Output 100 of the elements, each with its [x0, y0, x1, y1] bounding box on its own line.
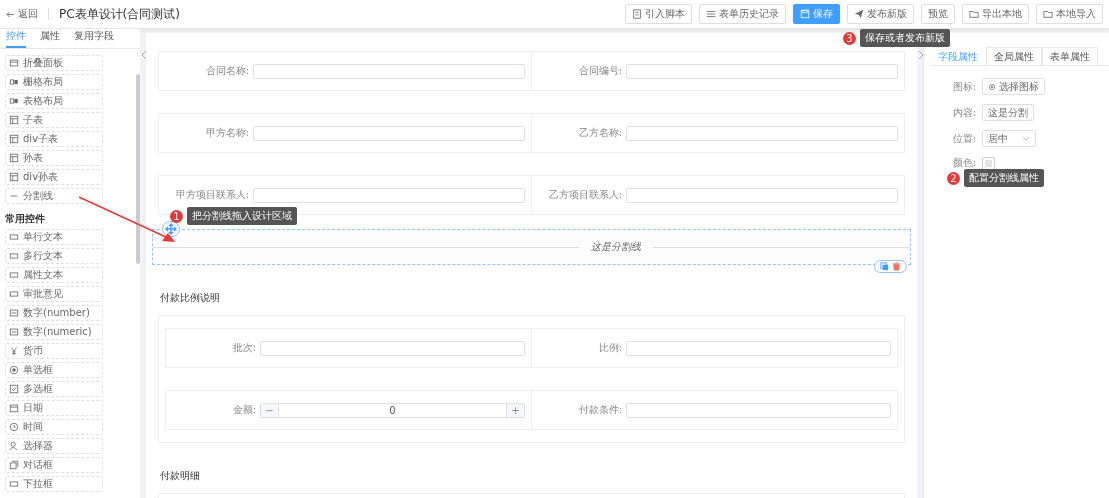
widget-item[interactable]: 审批意见 — [5, 286, 103, 302]
toolbar-button[interactable]: 本地导入 — [1036, 4, 1103, 24]
text-input[interactable] — [626, 63, 898, 79]
section-title: 常用控件 — [5, 212, 46, 226]
input-box-icon — [9, 289, 19, 299]
decrement-button[interactable]: − — [261, 403, 278, 417]
input-box-icon — [9, 251, 19, 261]
chevron-down-icon — [1022, 136, 1030, 141]
widget-item[interactable]: 数字(number) — [5, 305, 103, 321]
widget-item[interactable]: 数字(numeric) — [5, 324, 103, 340]
widget-item[interactable]: div子表 — [5, 131, 103, 147]
property-label: 位置: — [951, 131, 976, 146]
widget-item[interactable]: 单选框 — [5, 362, 103, 378]
widget-item[interactable]: 多行文本 — [5, 248, 103, 264]
field-label: 合同编号: — [577, 64, 622, 78]
field-label: 金额: — [231, 403, 256, 417]
field-label: 比例: — [597, 341, 622, 355]
number-box-icon — [9, 308, 19, 318]
table-icon — [9, 115, 19, 125]
toolbar-button[interactable]: 表单历史记录 — [699, 4, 786, 24]
section-title: 付款比例说明 — [160, 291, 221, 305]
increment-button[interactable]: + — [507, 403, 524, 417]
section-title: 付款明细 — [160, 469, 201, 483]
widget-item[interactable]: 子表 — [5, 112, 103, 128]
yen-icon — [9, 346, 19, 356]
divider-zone[interactable]: 这是分割线 — [152, 229, 911, 265]
text-input[interactable] — [260, 340, 525, 356]
text-input[interactable] — [626, 402, 891, 418]
panel-tab[interactable]: 属性 — [40, 29, 60, 48]
toolbar-button[interactable]: 导出本地 — [962, 4, 1029, 24]
back-arrow-icon — [6, 10, 15, 18]
widget-item[interactable]: 对话框 — [5, 457, 103, 473]
widget-item[interactable]: 时间 — [5, 419, 103, 435]
field-label: 付款条件: — [577, 403, 622, 417]
copy-icon[interactable] — [880, 262, 889, 271]
toolbar-button[interactable]: 引入脚本 — [625, 4, 692, 24]
delete-icon[interactable] — [892, 262, 901, 271]
widget-item[interactable]: div孙表 — [5, 169, 103, 185]
widget-item[interactable]: 多选框 — [5, 381, 103, 397]
folder-icon — [969, 9, 979, 19]
widget-item[interactable]: 栅格布局 — [5, 74, 103, 90]
input-box-icon — [9, 232, 19, 242]
annotation-tooltip: 把分割线拖入设计区域 — [187, 207, 297, 225]
document-icon — [632, 9, 642, 19]
text-input[interactable] — [253, 125, 525, 141]
toolbar-button[interactable]: 预览 — [921, 4, 955, 24]
text-input[interactable] — [626, 187, 898, 203]
step-badge: 3 — [843, 31, 856, 45]
panel-tab[interactable]: 复用字段 — [74, 29, 114, 48]
field-label: 合同名称: — [204, 64, 249, 78]
radio-icon — [9, 365, 19, 375]
toolbar-button[interactable]: 发布新版 — [847, 4, 914, 24]
widget-item[interactable]: 选择器 — [5, 438, 103, 454]
divider-text: 这是分割线 — [589, 240, 642, 254]
clock-icon — [9, 422, 19, 432]
back-link[interactable]: 返回 — [6, 7, 38, 21]
number-stepper[interactable]: − 0 + — [260, 402, 525, 418]
scrollbar[interactable] — [136, 74, 140, 264]
annotation-tooltip: 配置分割线属性 — [964, 169, 1044, 187]
grid-icon — [9, 96, 19, 106]
grid-icon — [9, 77, 19, 87]
text-input[interactable] — [626, 340, 891, 356]
calendar-icon — [9, 403, 19, 413]
widget-item[interactable]: 表格布局 — [5, 93, 103, 109]
save-icon — [800, 9, 810, 19]
text-input[interactable] — [253, 63, 525, 79]
field-label: 乙方项目联系人: — [547, 188, 622, 202]
text-input[interactable] — [253, 187, 525, 203]
text-input[interactable] — [626, 125, 898, 141]
table-icon — [9, 134, 19, 144]
dialog-icon — [9, 460, 19, 470]
field-label: 批次: — [231, 341, 256, 355]
property-label: 颜色: — [951, 156, 976, 170]
widget-item[interactable]: 单行文本 — [5, 229, 103, 245]
widget-item[interactable]: 分割线 — [5, 188, 103, 204]
field-label: 乙方名称: — [577, 126, 622, 140]
widget-item[interactable]: 属性文本 — [5, 267, 103, 283]
input-box-icon — [9, 270, 19, 280]
widget-item[interactable]: 日期 — [5, 400, 103, 416]
widget-item[interactable]: 孙表 — [5, 150, 103, 166]
property-label: 内容: — [951, 105, 976, 120]
checkbox-icon — [9, 384, 19, 394]
list-icon — [706, 9, 716, 19]
property-tab[interactable]: 表单属性 — [1042, 47, 1098, 65]
user-icon — [9, 441, 19, 451]
table-icon — [9, 172, 19, 182]
annotation-tooltip: 保存或者发布新版 — [860, 29, 950, 47]
choose-icon-button[interactable]: 选择图标 — [982, 78, 1045, 95]
position-select[interactable]: 居中 — [982, 130, 1036, 147]
table-icon — [9, 153, 19, 163]
number-box-icon — [9, 327, 19, 337]
widget-item[interactable]: 货币 — [5, 343, 103, 359]
widget-item[interactable]: 下拉框 — [5, 476, 103, 492]
property-label: 图标: — [951, 79, 976, 94]
color-picker[interactable] — [982, 156, 995, 170]
send-icon — [854, 9, 864, 19]
property-tab[interactable]: 全局属性 — [986, 47, 1042, 65]
content-input[interactable]: 这是分割 — [982, 104, 1034, 121]
widget-item[interactable]: 折叠面板 — [5, 55, 103, 71]
folder-icon — [1043, 9, 1053, 19]
